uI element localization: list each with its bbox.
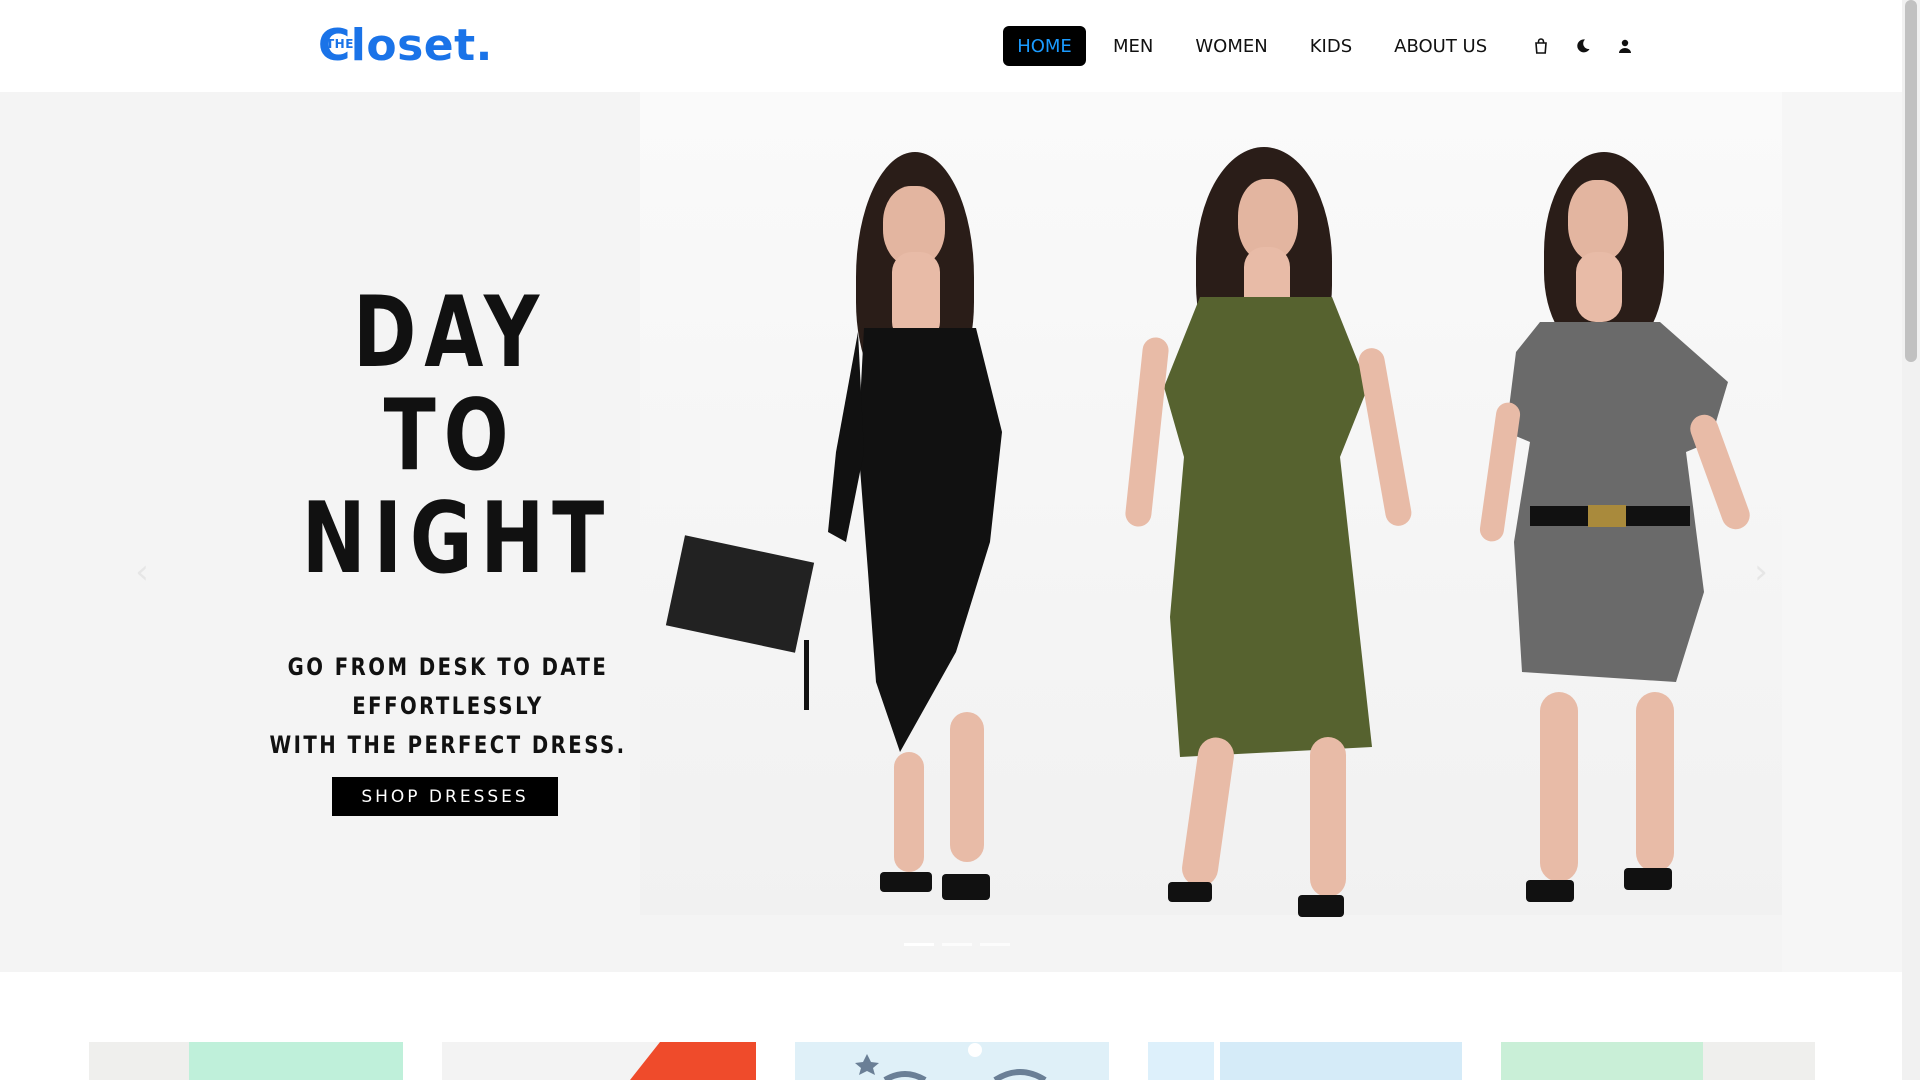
nav-men[interactable]: MEN: [1098, 26, 1168, 66]
nav-kids[interactable]: KIDS: [1295, 26, 1367, 66]
hero-subtitle: GO FROM DESK TO DATE EFFORTLESSLY WITH T…: [245, 648, 652, 765]
hero-subtitle-line-2: WITH THE PERFECT DRESS.: [269, 731, 627, 759]
hero-title-line-1: DAY: [352, 276, 548, 390]
category-card-4[interactable]: [1148, 1042, 1462, 1080]
hero-title: DAY TO NIGHT: [301, 276, 613, 596]
user-icon[interactable]: [1610, 31, 1640, 61]
hero-title-line-3: NIGHT: [301, 482, 613, 596]
hero-carousel: DAY TO NIGHT GO FROM DESK TO DATE EFFORT…: [0, 92, 1902, 972]
model-olive-dress: [1110, 147, 1430, 917]
category-card-3[interactable]: [795, 1042, 1109, 1080]
category-card-5[interactable]: [1501, 1042, 1815, 1080]
shop-dresses-button[interactable]: SHOP DRESSES: [332, 777, 558, 816]
carousel-indicator-1[interactable]: [904, 943, 934, 946]
hero-side-strip: [1782, 92, 1902, 972]
shopping-bag-icon[interactable]: [1526, 31, 1556, 61]
hero-title-line-2: TO: [383, 379, 517, 493]
category-card-1[interactable]: [89, 1042, 403, 1080]
nav-home[interactable]: HOME: [1003, 26, 1086, 66]
carousel-indicators: [900, 943, 1014, 946]
carousel-indicator-3[interactable]: [980, 943, 1010, 946]
category-cards: [0, 972, 1902, 1080]
brand-logo[interactable]: THE Closet.: [318, 20, 493, 71]
carousel-next-arrow-icon[interactable]: ›: [1750, 552, 1772, 592]
scrollbar-thumb[interactable]: [1905, 0, 1917, 362]
model-black-dress: [650, 152, 1070, 922]
nav-about-us[interactable]: ABOUT US: [1379, 26, 1502, 66]
hero-subtitle-line-1: GO FROM DESK TO DATE EFFORTLESSLY: [287, 653, 609, 720]
moon-icon[interactable]: [1568, 31, 1598, 61]
main-nav: HOME MEN WOMEN KIDS ABOUT US: [1003, 26, 1640, 66]
logo-the-text: THE: [326, 37, 354, 51]
model-grey-dress: [1460, 152, 1780, 922]
category-card-2[interactable]: [442, 1042, 756, 1080]
nav-women[interactable]: WOMEN: [1180, 26, 1282, 66]
carousel-indicator-2[interactable]: [942, 943, 972, 946]
carousel-prev-arrow-icon[interactable]: ‹: [131, 552, 153, 592]
site-header: THE Closet. HOME MEN WOMEN KIDS ABOUT US: [0, 0, 1902, 92]
